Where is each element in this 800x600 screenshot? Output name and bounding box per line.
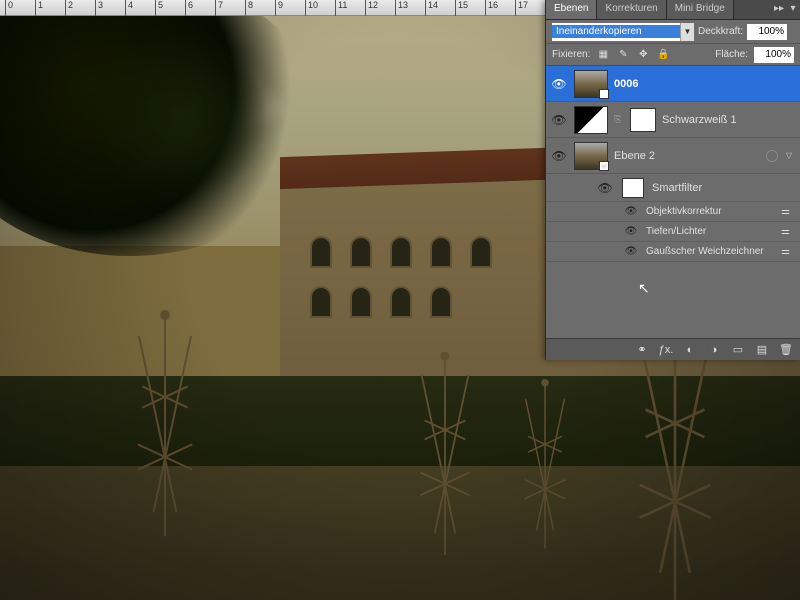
- chevron-down-icon: ▼: [680, 23, 694, 41]
- ruler-tick: 14: [425, 0, 438, 16]
- layer-thumbnail[interactable]: ▣: [574, 142, 608, 170]
- filter-options-icon[interactable]: ⚌: [781, 206, 790, 217]
- new-group-icon[interactable]: ▭: [730, 343, 746, 356]
- visibility-toggle[interactable]: 👁: [596, 181, 614, 195]
- ruler-tick: 13: [395, 0, 408, 16]
- ruler-tick: 4: [125, 0, 133, 16]
- blend-mode-value: Ineinanderkopieren: [552, 25, 680, 38]
- smart-object-icon: ▣: [599, 161, 609, 171]
- ruler-tick: 7: [215, 0, 223, 16]
- panel-tabs: Ebenen Korrekturen Mini Bridge ▸▸ ▾: [546, 0, 800, 20]
- filter-name: Tiefen/Lichter: [646, 226, 706, 237]
- ruler-tick: 11: [335, 0, 347, 16]
- fill-input[interactable]: 100%: [754, 47, 794, 63]
- opacity-label: Deckkraft:: [698, 26, 743, 37]
- ruler-tick: 6: [185, 0, 193, 16]
- filter-tiefenlichter[interactable]: 👁 Tiefen/Lichter ⚌: [546, 222, 800, 242]
- ruler-tick: 2: [65, 0, 73, 16]
- tab-minibridge[interactable]: Mini Bridge: [667, 0, 734, 19]
- lock-pixels-icon[interactable]: ✎: [616, 48, 630, 62]
- link-icon: ⎘: [614, 114, 624, 125]
- ruler-tick: 3: [95, 0, 103, 16]
- layer-name[interactable]: Ebene 2: [614, 150, 655, 162]
- smartfilter-header[interactable]: 👁 Smartfilter: [546, 174, 800, 202]
- ruler-tick: 15: [455, 0, 468, 16]
- ruler-tick: 0: [5, 0, 13, 16]
- layers-footer: ⚭ ƒx. ◐ ◑ ▭ ▤ 🗑: [546, 338, 800, 360]
- tab-adjustments[interactable]: Korrekturen: [597, 0, 666, 19]
- filter-visibility-icon[interactable]: [766, 150, 778, 162]
- layer-0006[interactable]: 👁 ▣ 0006: [546, 66, 800, 102]
- layer-name[interactable]: Schwarzweiß 1: [662, 114, 737, 126]
- delete-layer-icon[interactable]: 🗑: [778, 343, 794, 356]
- ruler-tick: 10: [305, 0, 318, 16]
- ruler-tick: 9: [275, 0, 283, 16]
- visibility-toggle[interactable]: 👁: [624, 246, 638, 257]
- link-layers-icon[interactable]: ⚭: [634, 343, 650, 356]
- lock-fill-row: Fixieren: ▦ ✎ ✥ 🔒 Fläche: 100%: [546, 44, 800, 66]
- new-layer-icon[interactable]: ▤: [754, 343, 770, 356]
- lock-all-icon[interactable]: 🔒: [656, 48, 670, 62]
- layers-list: 👁 ▣ 0006 👁 ⎘ Schwarzweiß 1 👁 ▣ Ebene 2 ▽…: [546, 66, 800, 322]
- adjustment-layer-icon[interactable]: ◑: [706, 344, 722, 356]
- blend-mode-select[interactable]: Ineinanderkopieren ▼: [552, 23, 694, 41]
- visibility-toggle[interactable]: 👁: [550, 77, 568, 91]
- filter-options-icon[interactable]: ⚌: [781, 226, 790, 237]
- smart-object-icon: ▣: [599, 89, 609, 99]
- panel-menu: ▸▸ ▾: [772, 0, 800, 19]
- filter-options-icon[interactable]: ⚌: [781, 246, 790, 257]
- add-mask-icon[interactable]: ◐: [682, 344, 698, 356]
- tab-layers[interactable]: Ebenen: [546, 0, 597, 19]
- collapse-icon[interactable]: ▸▸: [772, 0, 786, 19]
- filter-name: Gaußscher Weichzeichner: [646, 246, 764, 257]
- layer-thumbnail[interactable]: ▣: [574, 70, 608, 98]
- filter-gausscher[interactable]: 👁 Gaußscher Weichzeichner ⚌: [546, 242, 800, 262]
- panel-menu-icon[interactable]: ▾: [786, 0, 800, 19]
- visibility-toggle[interactable]: 👁: [550, 113, 568, 127]
- layers-panel: Ebenen Korrekturen Mini Bridge ▸▸ ▾ Inei…: [545, 0, 800, 360]
- smartfilter-label: Smartfilter: [652, 182, 702, 194]
- visibility-toggle[interactable]: 👁: [550, 149, 568, 163]
- layer-ebene2[interactable]: 👁 ▣ Ebene 2 ▽: [546, 138, 800, 174]
- filter-mask-thumbnail[interactable]: [622, 178, 644, 198]
- opacity-input[interactable]: 100%: [747, 24, 787, 40]
- ruler-tick: 12: [365, 0, 378, 16]
- fx-icon[interactable]: ƒx.: [658, 344, 674, 356]
- layers-empty-area[interactable]: ↖: [546, 262, 800, 322]
- visibility-toggle[interactable]: 👁: [624, 206, 638, 217]
- layer-schwarzweiss[interactable]: 👁 ⎘ Schwarzweiß 1: [546, 102, 800, 138]
- layer-name[interactable]: 0006: [614, 78, 638, 90]
- filter-objektivkorrektur[interactable]: 👁 Objektivkorrektur ⚌: [546, 202, 800, 222]
- lock-position-icon[interactable]: ✥: [636, 48, 650, 62]
- ruler-tick: 16: [485, 0, 498, 16]
- ruler-tick: 8: [245, 0, 253, 16]
- lock-label: Fixieren:: [552, 49, 590, 60]
- filter-name: Objektivkorrektur: [646, 206, 722, 217]
- adjustment-thumbnail[interactable]: [574, 106, 608, 134]
- lock-transparent-icon[interactable]: ▦: [596, 48, 610, 62]
- cursor-icon: ↖: [638, 280, 650, 297]
- blend-opacity-row: Ineinanderkopieren ▼ Deckkraft: 100%: [546, 20, 800, 44]
- ruler-tick: 5: [155, 0, 163, 16]
- ruler-tick: 1: [35, 0, 43, 16]
- mask-thumbnail[interactable]: [630, 108, 656, 132]
- chevron-down-icon[interactable]: ▽: [786, 151, 792, 160]
- fill-label: Fläche:: [715, 49, 748, 60]
- visibility-toggle[interactable]: 👁: [624, 226, 638, 237]
- ruler-tick: 17: [515, 0, 528, 16]
